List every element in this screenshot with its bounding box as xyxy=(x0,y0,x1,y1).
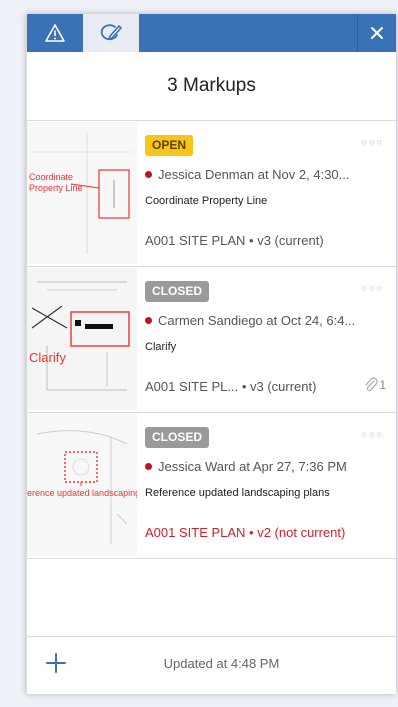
thumbnail-annotation-text: Clarify xyxy=(29,350,66,365)
author-text: Jessica Denman at Nov 2, 4:30... xyxy=(158,167,350,182)
status-badge: CLOSED xyxy=(145,281,210,302)
tab-markups[interactable] xyxy=(83,14,139,52)
markup-author: Carmen Sandiego at Oct 24, 6:4... xyxy=(145,313,386,328)
markups-panel: 3 Markups Coordinate Property Line OPEN … xyxy=(26,14,396,694)
drawing-preview xyxy=(27,414,137,556)
sheet-version[interactable]: A001 SITE PL... • v3 (current) xyxy=(145,379,316,394)
author-text: Carmen Sandiego at Oct 24, 6:4... xyxy=(158,313,356,328)
tab-warnings[interactable] xyxy=(27,14,83,52)
markup-list-item[interactable]: erence updated landscaping CLOSED ○○○ Je… xyxy=(27,413,396,559)
markup-author: Jessica Ward at Apr 27, 7:36 PM xyxy=(145,459,386,474)
status-badge: CLOSED xyxy=(145,427,210,448)
attachment-count[interactable]: 1 xyxy=(363,377,386,393)
more-options-icon[interactable]: ○○○ xyxy=(362,137,384,147)
markup-list-item[interactable]: Coordinate Property Line OPEN ○○○ Jessic… xyxy=(27,121,396,267)
markup-thumbnail[interactable]: Clarify xyxy=(27,268,137,410)
markup-details: CLOSED ○○○ Carmen Sandiego at Oct 24, 6:… xyxy=(145,267,386,412)
author-text: Jessica Ward at Apr 27, 7:36 PM xyxy=(158,459,347,474)
markup-list-item[interactable]: Clarify CLOSED ○○○ Carmen Sandiego at Oc… xyxy=(27,267,396,413)
tab-bar xyxy=(27,14,396,52)
page-title: 3 Markups xyxy=(27,52,396,121)
more-options-icon[interactable]: ○○○ xyxy=(362,283,384,293)
markup-thumbnail[interactable]: erence updated landscaping xyxy=(27,414,137,556)
markup-thumbnail[interactable]: Coordinate Property Line xyxy=(27,122,137,264)
thumbnail-annotation-text: Coordinate Property Line xyxy=(29,172,83,193)
markup-pencil-icon xyxy=(100,24,122,41)
markup-details: CLOSED ○○○ Jessica Ward at Apr 27, 7:36 … xyxy=(145,413,386,558)
close-button[interactable] xyxy=(357,14,396,52)
thumbnail-annotation-text: erence updated landscaping xyxy=(27,488,137,498)
status-dot-icon xyxy=(145,171,152,178)
markup-note: Reference updated landscaping plans xyxy=(145,487,330,499)
attachment-count-text: 1 xyxy=(379,378,386,392)
close-icon xyxy=(371,27,383,39)
sheet-version[interactable]: A001 SITE PLAN • v3 (current) xyxy=(145,233,324,248)
footer-bar: Updated at 4:48 PM xyxy=(27,636,396,694)
updated-timestamp: Updated at 4:48 PM xyxy=(163,656,280,671)
status-dot-icon xyxy=(145,317,152,324)
markup-details: OPEN ○○○ Jessica Denman at Nov 2, 4:30..… xyxy=(145,121,386,266)
drawing-preview xyxy=(27,268,137,410)
more-options-icon[interactable]: ○○○ xyxy=(362,429,384,439)
status-dot-icon xyxy=(145,463,152,470)
paperclip-icon xyxy=(365,377,378,392)
markup-author: Jessica Denman at Nov 2, 4:30... xyxy=(145,167,386,182)
warning-icon xyxy=(45,24,65,42)
markup-note: Coordinate Property Line xyxy=(145,195,268,207)
markup-note: Clarify xyxy=(145,341,177,353)
sheet-version[interactable]: A001 SITE PLAN • v2 (not current) xyxy=(145,525,345,540)
status-badge: OPEN xyxy=(145,135,194,156)
